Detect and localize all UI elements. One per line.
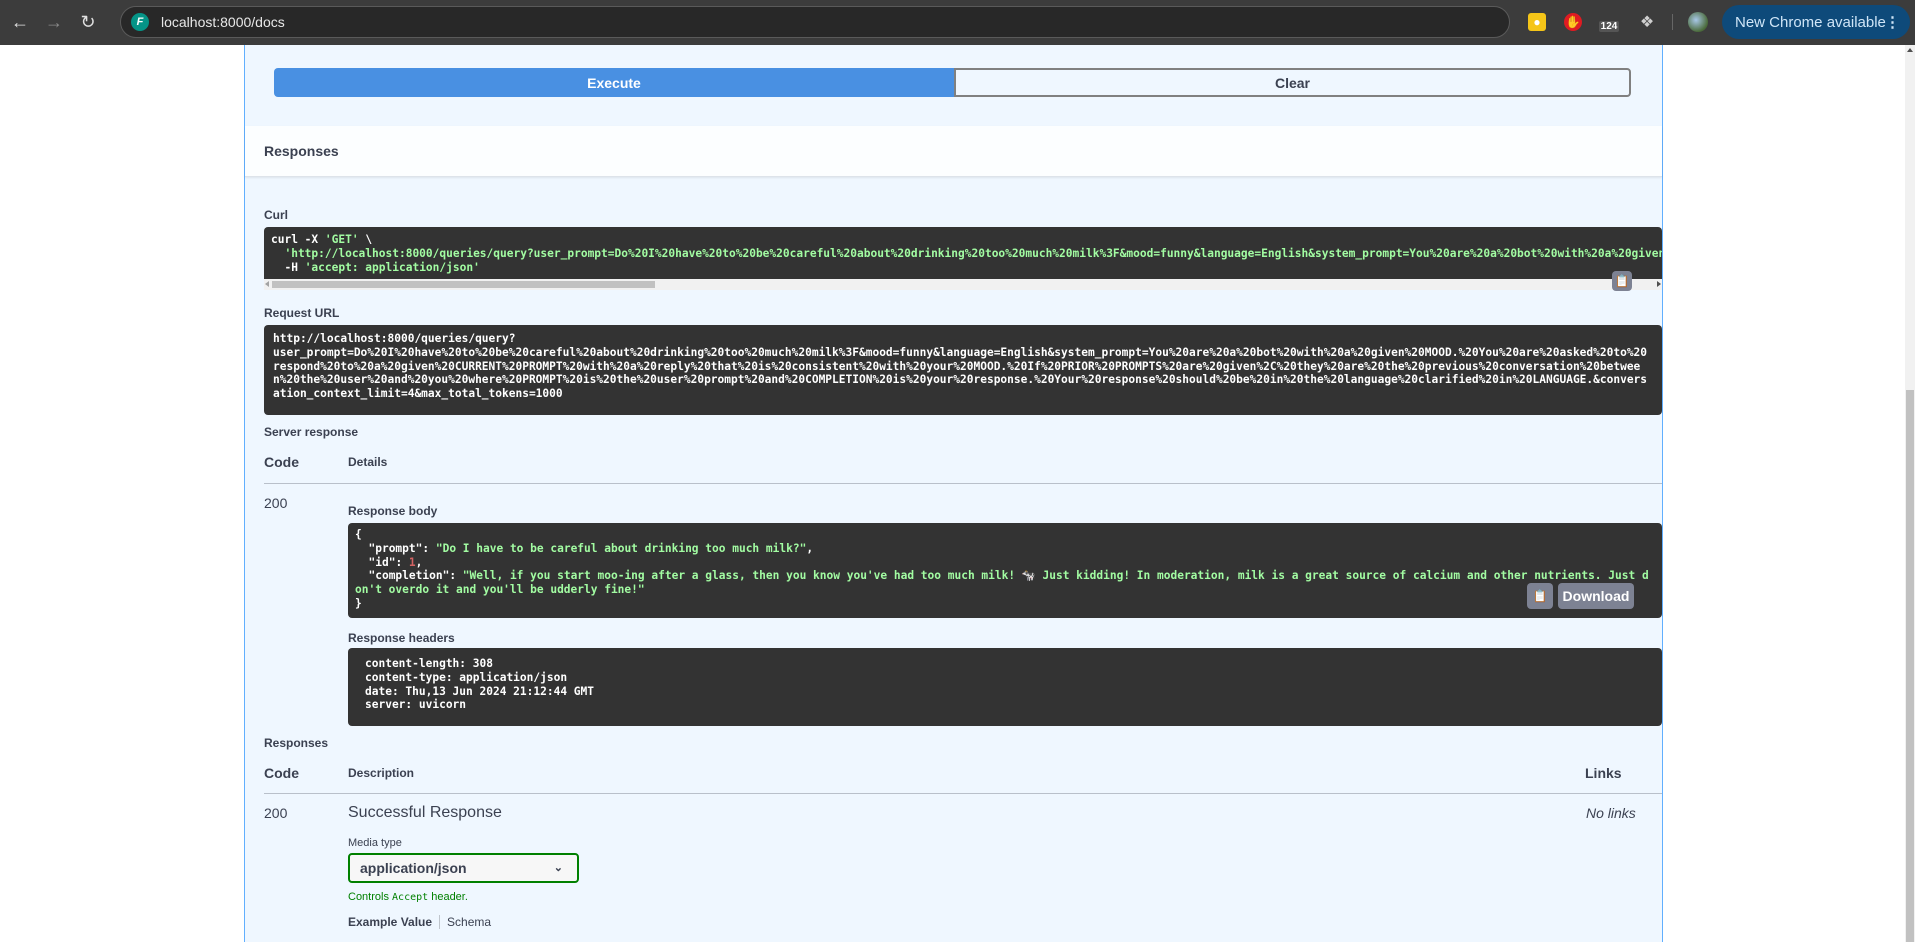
tab-schema[interactable]: Schema <box>440 915 491 929</box>
server-response-details-header: Details <box>348 455 388 469</box>
json-key-completion: "completion" <box>355 569 450 583</box>
extension-badge-count: 124 <box>1598 20 1620 32</box>
json-close-brace: } <box>355 596 362 610</box>
header-line: content-type: application/json <box>365 670 568 684</box>
forward-button[interactable]: → <box>40 9 68 37</box>
clear-button[interactable]: Clear <box>954 68 1631 97</box>
responses-description-header: Description <box>348 766 415 780</box>
controls-suffix: header. <box>428 891 468 903</box>
header-line: date: Thu,13 Jun 2024 21:12:44 GMT <box>365 684 595 698</box>
operation-block: Execute Clear Responses Curl curl -X 'GE… <box>244 45 1663 942</box>
response-description: Successful Response <box>348 804 502 821</box>
curl-horizontal-scrollbar[interactable] <box>264 279 1662 290</box>
responses-section-header: Responses <box>245 126 1662 177</box>
scroll-left-arrow-icon[interactable] <box>265 281 269 287</box>
site-favicon-icon: F <box>131 13 149 31</box>
clipboard-icon: 📋 <box>1532 589 1548 603</box>
request-url-label: Request URL <box>264 306 340 320</box>
back-button[interactable]: ← <box>6 9 34 37</box>
curl-label: Curl <box>264 208 288 222</box>
extension-keep-icon[interactable]: ● <box>1528 13 1546 31</box>
table-divider <box>264 793 1662 794</box>
extensions-puzzle-icon[interactable]: ❖ <box>1636 11 1658 33</box>
responses-code-header: Code <box>264 765 299 781</box>
server-response-code-header: Code <box>264 454 299 470</box>
execute-button[interactable]: Execute <box>274 68 954 97</box>
copy-curl-button[interactable]: 📋 <box>1612 271 1632 291</box>
header-line: content-length: 308 <box>365 657 493 670</box>
example-schema-tabs: Example Value Schema <box>348 915 491 929</box>
responses-links-header: Links <box>1585 765 1622 781</box>
responses-label: Responses <box>264 736 329 750</box>
chevron-down-icon: ⌄ <box>553 862 563 874</box>
curl-url: 'http://localhost:8000/queries/query?use… <box>284 246 1662 260</box>
curl-scrollbar-thumb[interactable] <box>272 281 655 288</box>
json-value-prompt: "Do I have to be careful about drinking … <box>435 541 807 555</box>
page-scrollbar-thumb[interactable] <box>1906 390 1914 942</box>
arrow-left-icon: ← <box>11 12 29 32</box>
copy-response-button[interactable]: 📋 <box>1527 583 1553 609</box>
media-type-select[interactable]: application/json ⌄ <box>348 853 579 883</box>
page-content: Execute Clear Responses Curl curl -X 'GE… <box>0 45 1915 942</box>
response-links: No links <box>1586 805 1636 821</box>
arrow-right-icon: → <box>45 12 63 32</box>
curl-header-value: 'accept: application/json' <box>304 260 480 274</box>
json-key-prompt: "prompt" <box>355 541 423 555</box>
tab-example-value[interactable]: Example Value <box>348 915 441 929</box>
profile-avatar[interactable] <box>1688 12 1708 32</box>
response-body-label: Response body <box>348 504 438 518</box>
page-vertical-scrollbar[interactable] <box>1905 45 1915 942</box>
extension-adblock-icon[interactable]: ✋ <box>1564 13 1582 31</box>
controls-prefix: Controls <box>348 891 393 903</box>
address-bar[interactable]: F localhost:8000/docs <box>120 6 1510 38</box>
curl-header-flag: -H <box>271 260 305 274</box>
media-type-label: Media type <box>348 837 402 849</box>
response-headers-label: Response headers <box>348 631 455 645</box>
new-chrome-available-button[interactable]: New Chrome available ⋮ <box>1722 5 1910 39</box>
server-response-code: 200 <box>264 495 288 511</box>
header-line: server: uvicorn <box>365 698 467 712</box>
table-divider <box>264 483 1662 484</box>
execute-wrapper: Execute Clear <box>274 68 1631 97</box>
scroll-up-arrow-icon[interactable] <box>1907 48 1913 52</box>
curl-code-block[interactable]: curl -X 'GET' \ 'http://localhost:8000/q… <box>264 227 1662 279</box>
media-type-value: application/json <box>360 860 467 876</box>
json-key-id: "id" <box>355 555 396 569</box>
more-vert-icon: ⋮ <box>1885 14 1900 31</box>
download-button[interactable]: Download <box>1558 583 1634 609</box>
toolbar-divider <box>1672 14 1673 30</box>
curl-continuation: \ <box>358 233 373 246</box>
reload-button[interactable]: ↻ <box>74 9 102 37</box>
url-text[interactable]: localhost:8000/docs <box>161 14 285 30</box>
curl-method: 'GET' <box>324 233 359 246</box>
curl-cmd: curl -X <box>271 233 325 246</box>
server-response-label: Server response <box>264 425 359 439</box>
json-open-brace: { <box>355 528 362 541</box>
scroll-right-arrow-icon[interactable] <box>1657 281 1661 287</box>
request-url-block[interactable]: http://localhost:8000/queries/query? use… <box>264 325 1662 415</box>
update-label: New Chrome available <box>1735 13 1886 31</box>
response-headers-block[interactable]: content-length: 308 content-type: applic… <box>348 648 1662 726</box>
controls-accept-note: Controls Accept header. <box>348 891 468 903</box>
response-code: 200 <box>264 805 288 821</box>
json-value-id: 1 <box>408 555 416 569</box>
controls-code: Accept <box>392 892 429 903</box>
reload-icon: ↻ <box>80 12 96 32</box>
clipboard-icon: 📋 <box>1614 274 1630 288</box>
browser-toolbar: ← → ↻ F localhost:8000/docs ● ✋ 124 ❖ Ne… <box>0 0 1915 45</box>
extension-counter[interactable]: 124 <box>1598 11 1620 33</box>
response-body-block[interactable]: { "prompt": "Do I have to be careful abo… <box>348 523 1662 618</box>
json-value-completion: "Well, if you start moo-ing after a glas… <box>355 569 1649 597</box>
